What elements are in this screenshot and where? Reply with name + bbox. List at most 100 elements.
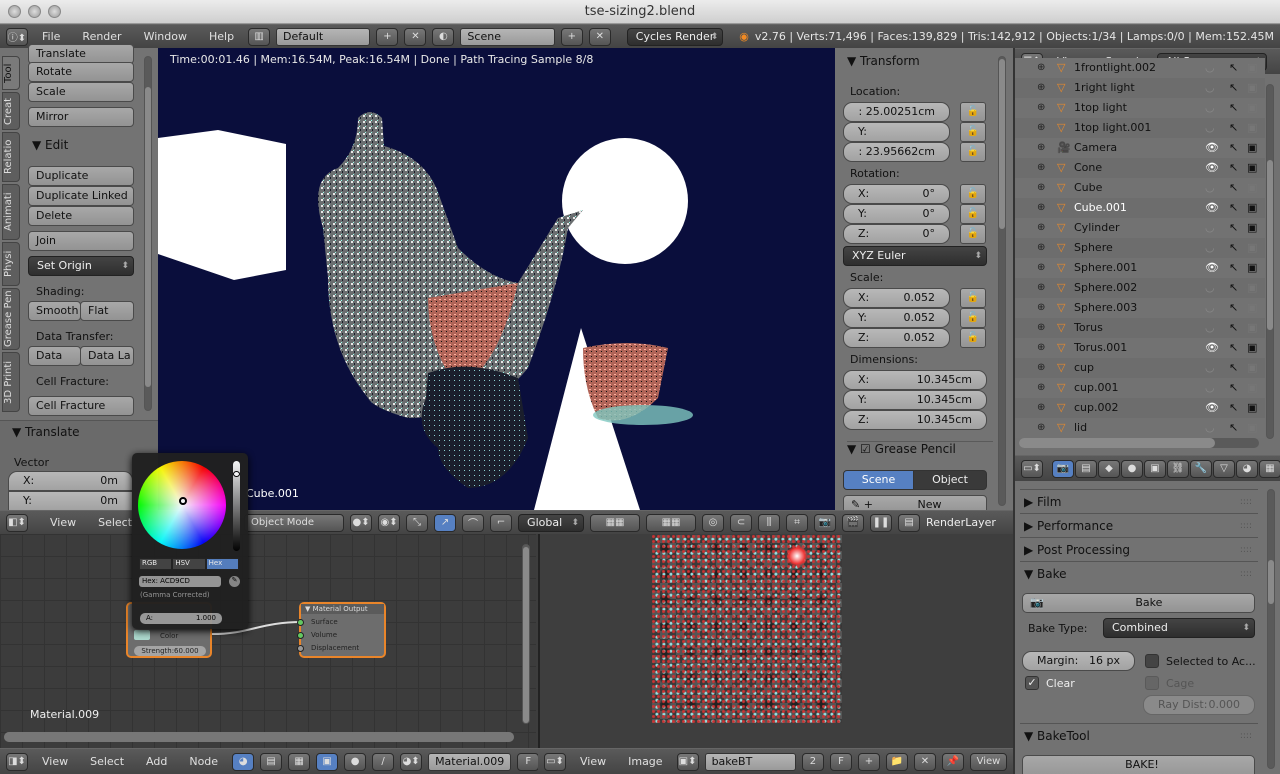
lock-rotation-x-icon[interactable]: 🔓	[960, 184, 986, 204]
visibility-eye-icon[interactable]: ◡	[1205, 378, 1215, 398]
renderable-camera-icon[interactable]: ▣	[1247, 338, 1257, 358]
add-layout-icon[interactable]: +	[376, 27, 399, 46]
set-origin-dropdown[interactable]: Set Origin	[28, 256, 134, 276]
volume-socket[interactable]	[297, 632, 304, 639]
visibility-eye-icon[interactable]: ◡	[1205, 58, 1215, 78]
outliner-item[interactable]: ⊕ ▽ Cube ◡ ↖ ▣	[1015, 178, 1265, 198]
texture-context-icon[interactable]: ▦	[1259, 459, 1280, 478]
operator-panel-header[interactable]: ▼ Translate	[12, 425, 80, 439]
menu-help[interactable]: Help	[201, 30, 242, 43]
image-editor[interactable]	[538, 534, 1013, 748]
renderable-camera-icon[interactable]: ▣	[1247, 278, 1257, 298]
3d-viewport[interactable]: Time:00:01.46 | Mem:16.54M, Peak:16.54M …	[158, 48, 835, 510]
lock-location-y-icon[interactable]: 🔓	[960, 122, 986, 142]
constraints-context-icon[interactable]: ⛓	[1167, 459, 1189, 478]
scale-button[interactable]: Scale	[28, 82, 134, 102]
visibility-eye-icon[interactable]: 👁	[1205, 158, 1219, 178]
renderable-camera-icon[interactable]: ▣	[1247, 198, 1257, 218]
linestyle-shader-icon[interactable]: /	[372, 752, 395, 771]
visibility-eye-icon[interactable]: ◡	[1205, 298, 1215, 318]
material-context-icon[interactable]: ◕	[1236, 459, 1258, 478]
lock-scale-x-icon[interactable]: 🔓	[960, 288, 986, 308]
renderable-camera-icon[interactable]: ▣	[1247, 118, 1257, 138]
outliner-item[interactable]: ⊕ ▽ Sphere.001 👁 ↖ ▣	[1015, 258, 1265, 278]
expand-icon[interactable]: ⊕	[1037, 338, 1045, 358]
menu-window[interactable]: Window	[136, 30, 195, 43]
alpha-field[interactable]: A: 1.000	[140, 613, 222, 624]
selectable-cursor-icon[interactable]: ↖	[1229, 158, 1238, 178]
shader-nodes-icon[interactable]: ◕	[232, 752, 255, 771]
selectable-cursor-icon[interactable]: ↖	[1229, 98, 1238, 118]
outliner-vertical-scrollbar[interactable]	[1266, 84, 1274, 439]
outliner-item-name[interactable]: Cube.001	[1074, 198, 1127, 218]
outliner-item-name[interactable]: 1top light.001	[1074, 118, 1151, 138]
image-editor-type-icon[interactable]: ▭⬍	[544, 752, 566, 771]
scene-selector[interactable]: Scene	[460, 27, 555, 46]
expand-icon[interactable]: ⊕	[1037, 58, 1045, 78]
scale-manipulator-icon[interactable]: ⌐	[490, 513, 513, 532]
new-image-icon[interactable]: +	[857, 752, 880, 771]
surface-socket[interactable]	[297, 619, 304, 626]
tab-3d-printing[interactable]: 3D Printi	[2, 352, 20, 412]
menu-file[interactable]: File	[34, 30, 68, 43]
expand-icon[interactable]: ⊕	[1037, 158, 1045, 178]
snap-target-icon[interactable]: ⌗	[786, 513, 809, 532]
tab-tool[interactable]: Tool	[2, 56, 20, 90]
lock-rotation-z-icon[interactable]: 🔓	[960, 224, 986, 244]
shade-flat-button[interactable]: Flat	[80, 301, 134, 321]
renderable-camera-icon[interactable]: ▣	[1247, 418, 1257, 438]
grease-pencil-new-button[interactable]: ✎ + New	[843, 495, 987, 510]
tab-relations[interactable]: Relatio	[2, 132, 20, 182]
properties-scrollbar[interactable]	[1267, 489, 1275, 769]
baketool-panel-header[interactable]: ▼ BakeTool::::	[1020, 723, 1258, 747]
visibility-eye-icon[interactable]: 👁	[1205, 138, 1219, 158]
renderable-camera-icon[interactable]: ▣	[1247, 78, 1257, 98]
rotate-button[interactable]: Rotate	[28, 62, 134, 82]
compositing-nodes-icon[interactable]: ▤	[260, 752, 283, 771]
pin-image-icon[interactable]: 📌	[941, 752, 964, 771]
node-menu-node[interactable]: Node	[181, 755, 226, 768]
clear-checkbox[interactable]: ✓	[1025, 676, 1039, 690]
rotation-mode-dropdown[interactable]: XYZ Euler	[843, 246, 987, 266]
transform-panel-header[interactable]: ▼ Transform	[847, 54, 920, 68]
rotation-z-field[interactable]: Z: 0°	[843, 224, 950, 244]
properties-editor-type-icon[interactable]: ▭⬍	[1021, 459, 1043, 478]
hex-tab[interactable]: Hex	[205, 558, 239, 570]
outliner-item[interactable]: ⊕ ▽ Sphere.003 ◡ ↖ ▣	[1015, 298, 1265, 318]
lock-location-x-icon[interactable]: 🔓	[960, 102, 986, 122]
render-context-icon[interactable]: 📷	[1052, 459, 1074, 478]
outliner-item[interactable]: ⊕ ▽ cup.001 ◡ ↖ ▣	[1015, 378, 1265, 398]
node-editor-vertical-scrollbar[interactable]	[522, 544, 530, 724]
expand-icon[interactable]: ⊕	[1037, 378, 1045, 398]
layout-selector[interactable]: Default	[276, 27, 371, 46]
visibility-eye-icon[interactable]: ◡	[1205, 98, 1215, 118]
rotation-y-field[interactable]: Y: 0°	[843, 204, 950, 224]
lock-scale-z-icon[interactable]: 🔓	[960, 328, 986, 348]
renderable-camera-icon[interactable]: ▣	[1247, 378, 1257, 398]
selectable-cursor-icon[interactable]: ↖	[1229, 258, 1238, 278]
outliner-item-name[interactable]: Camera	[1074, 138, 1117, 158]
data-context-icon[interactable]: ▽	[1213, 459, 1235, 478]
close-window-button[interactable]	[8, 5, 21, 18]
outliner-item-name[interactable]: Cone	[1074, 158, 1102, 178]
node-menu-add[interactable]: Add	[138, 755, 175, 768]
node-editor-horizontal-scrollbar[interactable]	[4, 732, 514, 742]
renderable-camera-icon[interactable]: ▣	[1247, 398, 1257, 418]
dimensions-z-field[interactable]: Z: 10.345cm	[843, 410, 987, 430]
bake-button[interactable]: 📷 Bake	[1022, 593, 1255, 613]
lock-location-z-icon[interactable]: 🔓	[960, 142, 986, 162]
scale-x-field[interactable]: X: 0.052	[843, 288, 950, 308]
join-button[interactable]: Join	[28, 231, 134, 251]
renderable-camera-icon[interactable]: ▣	[1247, 178, 1257, 198]
duplicate-button[interactable]: Duplicate	[28, 166, 134, 186]
visibility-eye-icon[interactable]: ◡	[1205, 178, 1215, 198]
visibility-eye-icon[interactable]: ◡	[1205, 358, 1215, 378]
selectable-cursor-icon[interactable]: ↖	[1229, 138, 1238, 158]
bake-type-dropdown[interactable]: Combined	[1103, 618, 1255, 638]
object-shader-icon[interactable]: ▣	[316, 752, 339, 771]
outliner-item[interactable]: ⊕ ▽ Sphere.002 ◡ ↖ ▣	[1015, 278, 1265, 298]
outliner-item[interactable]: ⊕ ▽ cup ◡ ↖ ▣	[1015, 358, 1265, 378]
renderable-camera-icon[interactable]: ▣	[1247, 98, 1257, 118]
expand-icon[interactable]: ⊕	[1037, 138, 1045, 158]
translate-button[interactable]: Translate	[28, 44, 134, 64]
